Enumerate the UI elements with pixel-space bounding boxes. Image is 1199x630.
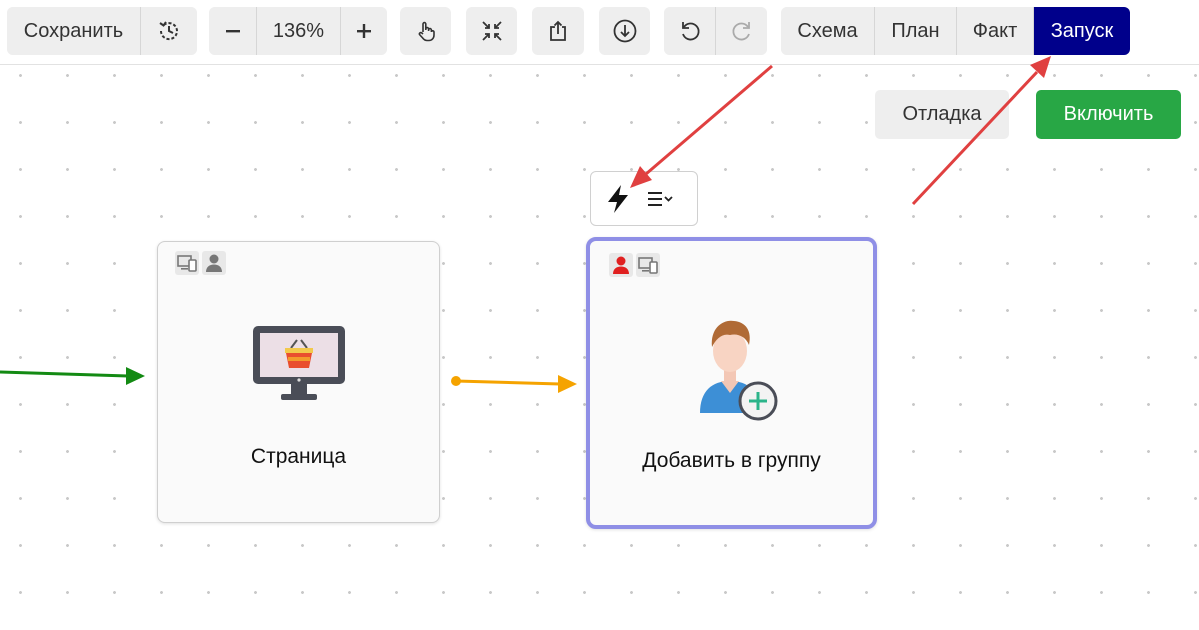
tab-fact[interactable]: Факт bbox=[957, 7, 1034, 55]
tab-launch[interactable]: Запуск bbox=[1034, 7, 1130, 55]
node-badges bbox=[609, 253, 660, 277]
minus-icon bbox=[225, 30, 240, 33]
fit-group bbox=[466, 7, 517, 55]
node-label: Страница bbox=[250, 445, 347, 468]
user-add-icon bbox=[700, 320, 778, 421]
node-add-to-group[interactable]: Добавить в группу bbox=[586, 237, 877, 529]
download-button[interactable] bbox=[599, 7, 650, 55]
top-toolbar: Сохранить 136% Схема План Факт Запуск bbox=[0, 0, 1199, 65]
zoom-out-button[interactable] bbox=[209, 7, 257, 55]
save-group: Сохранить bbox=[7, 7, 197, 55]
mode-tabs: Схема План Факт Запуск bbox=[781, 7, 1130, 55]
zoom-in-button[interactable] bbox=[341, 7, 387, 55]
devices-icon bbox=[175, 251, 199, 275]
menu-dropdown-icon bbox=[648, 191, 673, 206]
collapse-icon bbox=[481, 21, 502, 41]
monitor-basket-icon bbox=[253, 326, 345, 400]
history-button[interactable] bbox=[141, 7, 197, 55]
export-button[interactable] bbox=[532, 7, 584, 55]
user-icon bbox=[202, 251, 226, 275]
zoom-group: 136% bbox=[209, 7, 387, 55]
fit-view-button[interactable] bbox=[466, 7, 517, 55]
download-group bbox=[599, 7, 650, 55]
user-icon-red bbox=[609, 253, 633, 277]
trigger-button[interactable] bbox=[603, 183, 633, 215]
node-page[interactable]: Страница bbox=[157, 241, 440, 523]
hand-icon bbox=[418, 21, 435, 42]
share-icon bbox=[550, 20, 566, 41]
devices-icon bbox=[636, 253, 660, 277]
enable-button[interactable]: Включить bbox=[1036, 90, 1181, 139]
plus-icon bbox=[357, 24, 371, 38]
node-toolbar bbox=[590, 171, 698, 226]
save-button[interactable]: Сохранить bbox=[7, 7, 141, 55]
history-icon bbox=[159, 21, 178, 41]
tab-plan[interactable]: План bbox=[875, 7, 957, 55]
undo-button[interactable] bbox=[664, 7, 716, 55]
undo-icon bbox=[681, 22, 699, 41]
redo-icon bbox=[732, 22, 750, 41]
node-menu-button[interactable] bbox=[647, 189, 677, 209]
node-label: Добавить в группу bbox=[642, 449, 821, 472]
pan-group bbox=[400, 7, 451, 55]
pan-button[interactable] bbox=[400, 7, 451, 55]
lightning-icon bbox=[608, 184, 628, 213]
export-group bbox=[532, 7, 584, 55]
debug-button[interactable]: Отладка bbox=[875, 90, 1009, 139]
tab-schema[interactable]: Схема bbox=[781, 7, 875, 55]
download-circle-icon bbox=[613, 19, 636, 43]
redo-button[interactable] bbox=[716, 7, 767, 55]
node-badges bbox=[175, 251, 226, 275]
undo-redo-group bbox=[664, 7, 767, 55]
zoom-level[interactable]: 136% bbox=[257, 7, 341, 55]
